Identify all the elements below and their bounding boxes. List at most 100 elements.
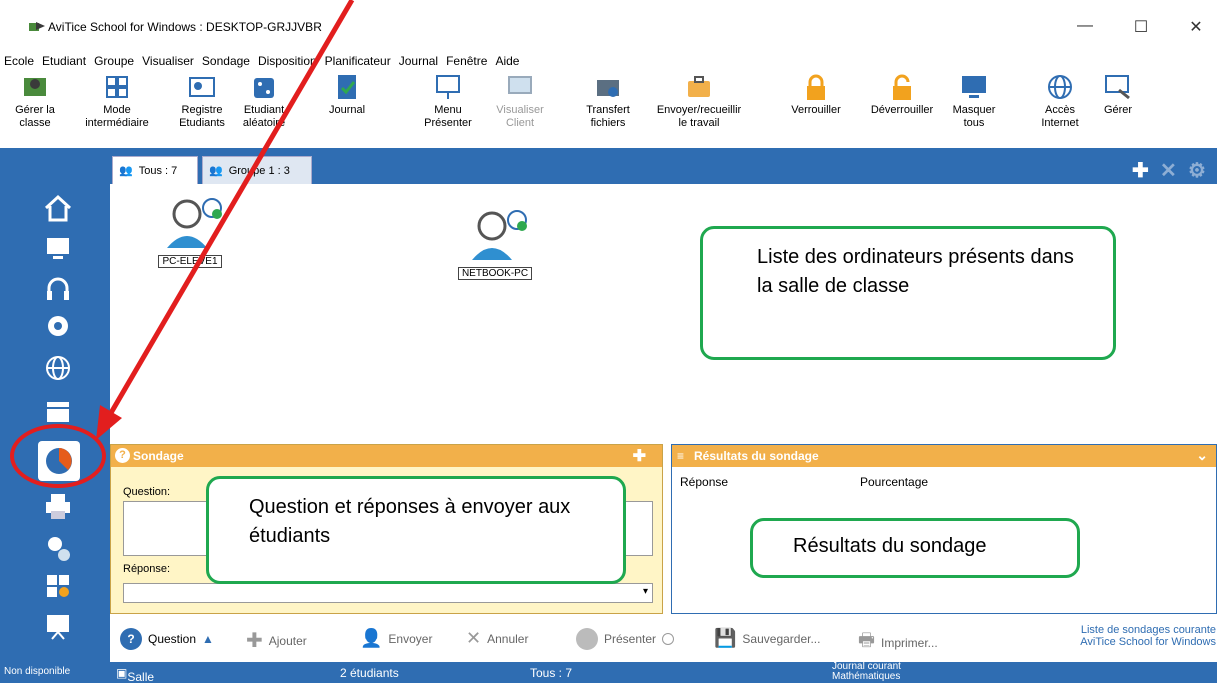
add-survey-icon[interactable]: ✚ [633,446,646,466]
survey-action-bar: ? Question ▲ ✚ Ajouter 👤 Envoyer ✕ Annuler P… [110,614,1217,662]
brain-icon[interactable] [40,310,76,346]
journal-icon [331,72,363,102]
menu-aide[interactable]: Aide [491,52,523,70]
grid-mode-icon [101,72,133,102]
menu-sondage[interactable]: Sondage [198,52,254,70]
callout-computers-list: Liste des ordinateurs présents dans la s… [700,226,1116,360]
toolbar: Gérer la classe Mode intermédiaire Registr… [0,72,1217,148]
whiteboard-icon[interactable] [40,608,76,644]
results-column-answer[interactable]: Réponse [680,475,728,489]
menu-disposition[interactable]: Disposition [254,52,321,70]
question-menu-button[interactable]: ? Question ▲ [120,628,214,650]
close-icon[interactable]: ✕ [1181,17,1211,37]
screen-icon[interactable] [40,230,76,266]
menu-bar: Ecole Etudiant Groupe Visualiser Sondage… [0,52,1217,70]
tab-all[interactable]: 👥 Tous : 7 [112,156,198,184]
minimize-icon[interactable]: — [1070,17,1100,35]
toolbar-unlock-button[interactable]: Déverrouiller [862,72,942,117]
window-title: AviTice School for Windows : DESKTOP-GRJ… [48,20,322,34]
results-column-percent[interactable]: Pourcentage [860,475,928,489]
toolbar-present-menu-button[interactable]: Menu Présenter [422,72,474,130]
manage-tools-icon [1102,72,1134,102]
menu-planificateur[interactable]: Planificateur [321,52,395,70]
monitor-icon [958,72,990,102]
menu-journal[interactable]: Journal [395,52,442,70]
toolbar-journal-button[interactable]: Journal [322,72,372,117]
toolbar-view-client-button[interactable]: Visualiser Client [490,72,550,130]
menu-etudiant[interactable]: Etudiant [38,52,90,70]
toolbar-manage-button[interactable]: Gérer [1096,72,1140,117]
group-icon: 👥 [119,165,133,177]
list-icon: ≡ [677,449,685,463]
save-button[interactable]: 💾 Sauvegarder... [714,628,820,649]
printer-icon[interactable] [40,488,76,524]
caret-up-icon: ▲ [202,632,214,646]
computer-netbook-pc[interactable]: NETBOOK-PC [450,204,540,280]
callout-question: Question et réponses à envoyer aux étudi… [206,476,626,584]
tab-group-1[interactable]: 👥 Groupe 1 : 3 [202,156,312,184]
file-transfer-icon [592,72,624,102]
briefcase-icon [683,72,715,102]
menu-ecole[interactable]: Ecole [0,52,38,70]
question-mark-icon: ? [115,448,130,463]
student-register-icon [186,72,218,102]
menu-groupe[interactable]: Groupe [90,52,138,70]
toolbar-internet-access-button[interactable]: Accès Internet [1034,72,1086,130]
unlock-icon [886,72,918,102]
floppy-icon: 💾 [714,628,737,648]
menu-fenetre[interactable]: Fenêtre [442,52,491,70]
toolbar-file-transfer-button[interactable]: Transfert fichiers [580,72,636,130]
media-user-icon[interactable] [40,530,76,566]
answer-dropdown[interactable]: ▾ [123,583,653,603]
lock-icon [800,72,832,102]
print-button[interactable]: 🖶 Imprimer... [858,628,938,658]
toolbar-student-register-button[interactable]: Registre Etudiants [172,72,232,130]
computer-pc-eleve1[interactable]: PC-ELEVE1 [150,192,230,268]
tab-strip: 👥 Tous : 7 👥 Groupe 1 : 3 ✚ ✕ ⚙ [110,148,1217,184]
present-pie-icon [576,628,598,650]
question-icon: ? [120,628,142,650]
app-logo-icon [29,22,45,31]
cancel-x-icon: ✕ [466,628,482,648]
maximize-icon[interactable]: ☐ [1126,17,1156,37]
toolbar-manage-class-button[interactable]: Gérer la classe [10,72,60,130]
toolbar-intermediate-mode-button[interactable]: Mode intermédiaire [82,72,152,130]
home-icon[interactable] [40,190,76,226]
toolbar-random-student-button[interactable]: Etudiant aléatoire [234,72,294,130]
printer-small-icon: 🖶 [858,630,875,650]
callout-results: Résultats du sondage [750,518,1080,578]
room-label: ▣ Salle Bada [116,666,155,683]
collapse-chevron-icon[interactable]: ⌄ [1196,447,1208,464]
present-menu-icon [432,72,464,102]
toolbar-send-collect-work-button[interactable]: Envoyer/recueillir le travail [645,72,753,130]
cancel-button[interactable]: ✕ Annuler [466,628,528,649]
view-client-icon [504,72,536,102]
annotation-circle [10,424,106,488]
results-header: ≡ Résultats du sondage ⌄ [672,445,1216,467]
student-computer-icon [472,210,527,260]
remove-tab-icon[interactable]: ✕ [1160,158,1177,183]
globe-icon [1044,72,1076,102]
student-computer-icon [167,198,222,248]
chevron-down-icon: ▾ [642,586,648,597]
present-button[interactable]: Présenter [576,628,675,650]
add-tab-icon[interactable]: ✚ [1132,158,1149,183]
radio-icon[interactable] [662,633,675,645]
group-icon: 👥 [209,165,223,177]
survey-header: ? Sondage ✚ [111,445,662,467]
add-button[interactable]: ✚ Ajouter [246,628,307,653]
dice-icon [248,72,280,102]
title-bar: AviTice School for Windows : DESKTOP-GRJ… [0,0,1217,52]
menu-visualiser[interactable]: Visualiser [138,52,198,70]
quiz-icon[interactable] [40,568,76,604]
headphones-icon[interactable] [40,270,76,306]
send-button[interactable]: 👤 Envoyer [360,628,432,649]
plus-icon: ✚ [246,630,263,652]
app-window: AviTice School for Windows : DESKTOP-GRJ… [0,0,1217,683]
toolbar-hide-all-button[interactable]: Masquer tous [946,72,1002,130]
settings-gear-icon[interactable]: ⚙ [1188,158,1206,183]
left-nav [0,148,110,683]
globe-nav-icon[interactable] [40,350,76,386]
current-survey-list[interactable]: Liste de sondages courante AviTice Schoo… [1030,624,1216,648]
toolbar-lock-button[interactable]: Verrouiller [784,72,848,117]
